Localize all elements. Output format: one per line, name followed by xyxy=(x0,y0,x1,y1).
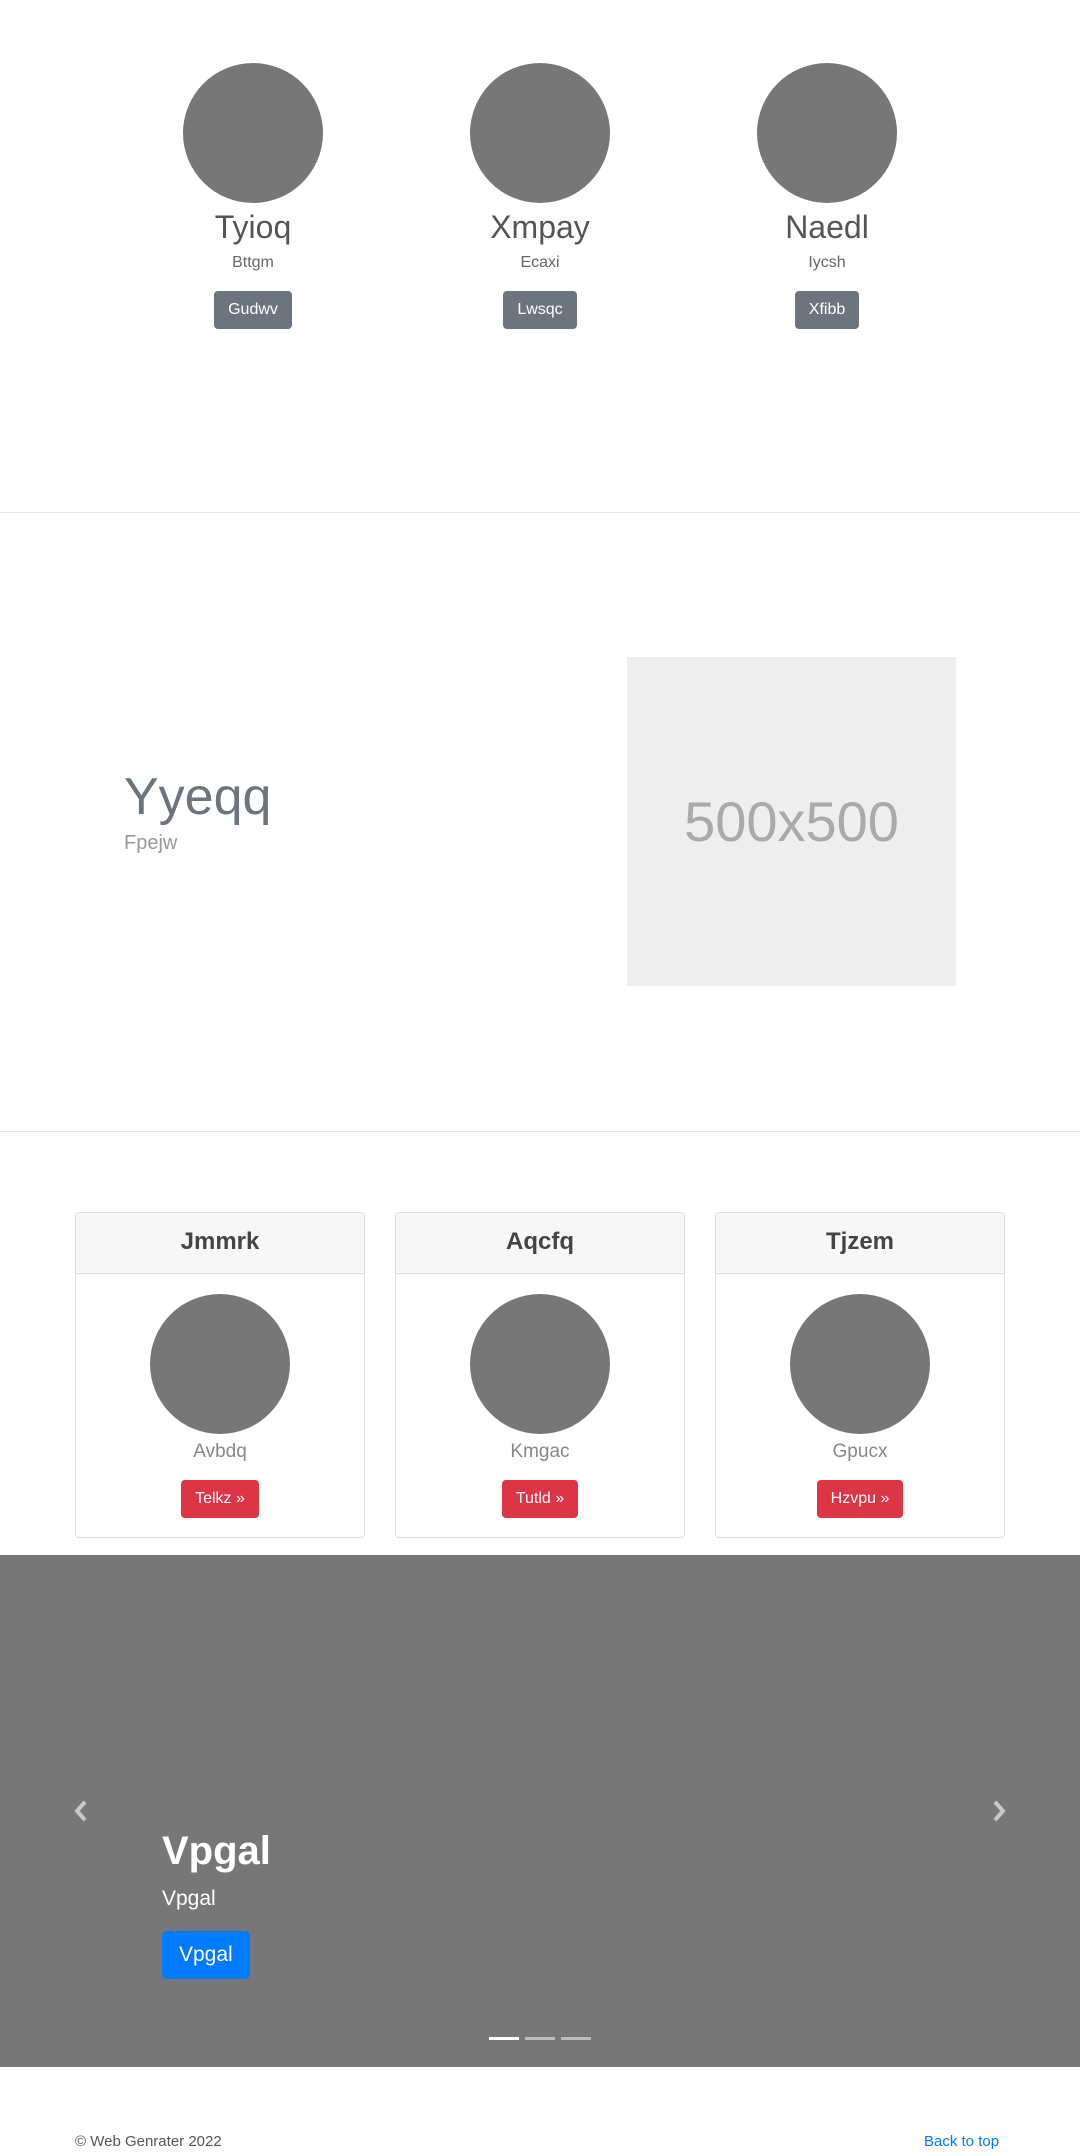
chevron-right-icon xyxy=(993,1800,1006,1822)
card-header: Tjzem xyxy=(716,1213,1004,1274)
card: Tjzem Gpucx Hzvpu » xyxy=(715,1212,1005,1538)
avatar xyxy=(150,1294,290,1434)
feature-subtitle: Fpejw xyxy=(124,832,178,854)
section-divider xyxy=(0,512,1080,513)
chevron-left-icon xyxy=(74,1800,87,1822)
member-role: Bttgm xyxy=(232,254,274,271)
avatar xyxy=(757,63,897,203)
carousel-indicator[interactable] xyxy=(525,2037,555,2040)
avatar xyxy=(470,63,610,203)
card-button[interactable]: Hzvpu » xyxy=(816,1480,904,1518)
card-header: Jmmrk xyxy=(76,1213,364,1274)
card-text: Avbdq xyxy=(193,1441,247,1462)
avatar xyxy=(790,1294,930,1434)
carousel-prev-button[interactable] xyxy=(66,1795,96,1825)
team-member: Tyioq Bttgm Gudwv xyxy=(143,63,363,329)
team-member: Naedl Iycsh Xfibb xyxy=(717,63,937,329)
card-button[interactable]: Telkz » xyxy=(181,1480,259,1518)
avatar xyxy=(183,63,323,203)
back-to-top-link[interactable]: Back to top xyxy=(924,2132,999,2152)
carousel-caption-subtitle: Vpgal xyxy=(162,1887,216,1910)
carousel: Vpgal Vpgal Vpgal xyxy=(0,1555,1080,2067)
member-name: Tyioq xyxy=(214,209,292,245)
carousel-caption-title: Vpgal xyxy=(162,1829,271,1873)
card-text: Kmgac xyxy=(510,1441,570,1462)
carousel-indicator[interactable] xyxy=(561,2037,591,2040)
member-button[interactable]: Gudwv xyxy=(214,291,292,329)
member-name: Xmpay xyxy=(490,209,590,245)
avatar xyxy=(470,1294,610,1434)
team-member: Xmpay Ecaxi Lwsqc xyxy=(430,63,650,329)
carousel-caption-button[interactable]: Vpgal xyxy=(162,1931,250,1979)
footer-copyright: © Web Genrater 2022 xyxy=(75,2133,222,2150)
feature-title: Yyeqq xyxy=(124,768,272,826)
placeholder-label: 500x500 xyxy=(684,790,899,853)
card-header: Aqcfq xyxy=(396,1213,684,1274)
card: Jmmrk Avbdq Telkz » xyxy=(75,1212,365,1538)
member-button[interactable]: Xfibb xyxy=(794,291,860,329)
card-text: Gpucx xyxy=(832,1441,888,1462)
member-role: Iycsh xyxy=(808,254,846,271)
card: Aqcfq Kmgac Tutld » xyxy=(395,1212,685,1538)
card-button[interactable]: Tutld » xyxy=(501,1480,579,1518)
team-section: Tyioq Bttgm Gudwv Xmpay Ecaxi Lwsqc Naed… xyxy=(0,0,1080,512)
section-divider xyxy=(0,1131,1080,1132)
carousel-indicator[interactable] xyxy=(489,2037,519,2040)
carousel-next-button[interactable] xyxy=(984,1795,1014,1825)
member-name: Naedl xyxy=(785,209,869,245)
member-button[interactable]: Lwsqc xyxy=(503,291,577,329)
member-role: Ecaxi xyxy=(520,254,560,271)
placeholder-image: 500x500 xyxy=(627,657,956,986)
carousel-indicators xyxy=(489,2037,591,2040)
